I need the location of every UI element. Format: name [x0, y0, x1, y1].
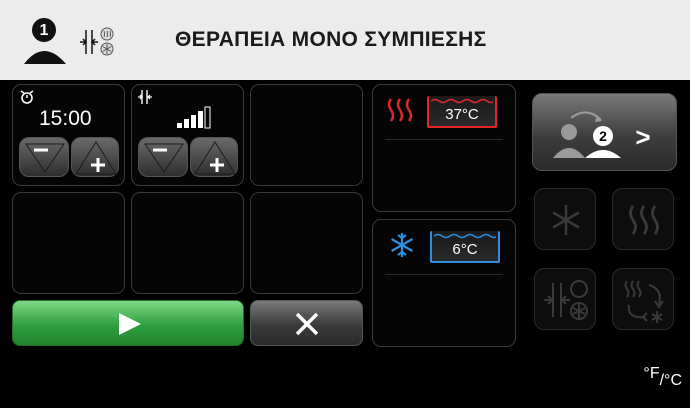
timer-decrease-button[interactable] — [19, 137, 69, 177]
compression-mode-icon — [78, 24, 118, 60]
user-one-icon[interactable]: 1 — [20, 12, 80, 72]
empty-tile — [131, 192, 244, 294]
heat-icon — [387, 98, 413, 122]
water-wave-icon — [434, 233, 496, 239]
switch-user-arrow: > — [635, 122, 650, 152]
page-title: ΘΕΡΑΠΕΙΑ ΜΟΝΟ ΣΥΜΠΙΕΣΗΣ — [175, 28, 487, 51]
contrast-cycle-icon — [624, 280, 664, 323]
minus-icon — [144, 143, 184, 173]
intensity-decrease-button[interactable] — [138, 137, 188, 177]
empty-tile — [12, 192, 125, 294]
start-button[interactable] — [12, 300, 244, 346]
cold-therapy-panel: 6°C — [372, 219, 516, 347]
hot-temperature-display: 37°C — [427, 96, 497, 128]
intensity-tile — [131, 84, 244, 186]
fahrenheit-label: °F — [643, 365, 660, 382]
cold-mode-button[interactable] — [534, 188, 596, 250]
snowflake-icon — [391, 233, 413, 257]
hot-temperature-value: 37°C — [445, 106, 479, 123]
compression-combo-button[interactable] — [534, 268, 596, 330]
close-icon — [295, 312, 319, 336]
minus-icon — [25, 143, 65, 173]
heat-mode-button[interactable] — [612, 188, 674, 250]
timer-increase-button[interactable] — [71, 137, 119, 177]
compression-temperature-icon — [544, 280, 588, 320]
contrast-therapy-button[interactable] — [612, 268, 674, 330]
switch-user-icon: 2 > — [553, 111, 651, 158]
cold-temperature-value: 6°C — [452, 241, 478, 258]
heat-icon — [629, 205, 659, 235]
hot-therapy-panel: 37°C — [372, 84, 516, 212]
celsius-label: /°C — [659, 372, 682, 389]
switch-user-button[interactable]: 2 > — [532, 93, 677, 171]
intensity-level-icon — [177, 106, 211, 129]
plus-icon — [194, 141, 236, 175]
unit-toggle-button[interactable]: °F/°C — [643, 365, 682, 390]
timer-icon — [20, 90, 34, 104]
empty-tile — [250, 192, 363, 294]
water-wave-icon — [431, 98, 493, 104]
snowflake-icon — [552, 205, 580, 235]
timer-value: 15:00 — [39, 107, 92, 130]
user-number: 1 — [40, 22, 49, 39]
play-icon — [119, 313, 141, 335]
divider — [385, 274, 503, 275]
timer-tile: 15:00 — [12, 84, 125, 186]
plus-icon — [75, 141, 117, 175]
header-bar: 1 ΘΕΡΑΠΕΙΑ ΜΟΝΟ ΣΥΜΠΙΕΣΗΣ — [0, 0, 690, 80]
divider — [385, 139, 503, 140]
empty-tile — [250, 84, 363, 186]
cold-temperature-display: 6°C — [430, 231, 500, 263]
compression-icon — [138, 90, 152, 104]
intensity-increase-button[interactable] — [190, 137, 238, 177]
cancel-button[interactable] — [250, 300, 363, 346]
switch-user-number: 2 — [599, 128, 607, 144]
